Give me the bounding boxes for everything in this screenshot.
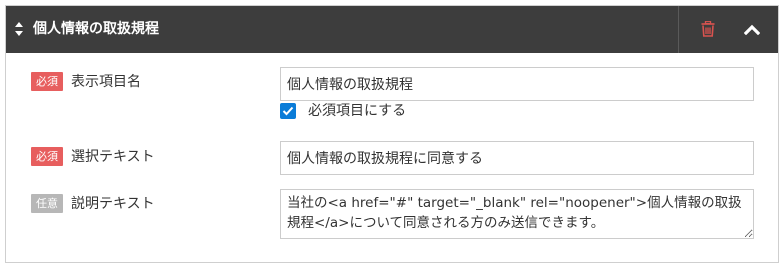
display-name-input[interactable] bbox=[280, 67, 754, 101]
panel-title: 個人情報の取扱規程 bbox=[33, 21, 159, 37]
required-checkbox[interactable] bbox=[280, 103, 296, 119]
select-text-label: 選択テキスト bbox=[71, 148, 155, 165]
description-textarea[interactable]: 当社の<a href="#" target="_blank" rel="noop… bbox=[280, 189, 754, 239]
collapse-button[interactable] bbox=[734, 14, 770, 44]
required-checkbox-label: 必須項目にする bbox=[308, 103, 407, 119]
delete-button[interactable] bbox=[690, 14, 726, 44]
optional-badge: 任意 bbox=[31, 194, 63, 213]
form-field-panel: 個人情報の取扱規程 必須 表示項目名 個人情報の取扱規程 必須項目にする 必須 … bbox=[5, 5, 779, 263]
required-badge: 必須 bbox=[31, 147, 63, 166]
chevron-up-icon bbox=[744, 24, 760, 35]
required-checkbox-row[interactable]: 必須項目にする bbox=[280, 102, 406, 120]
panel-header[interactable]: 個人情報の取扱規程 bbox=[6, 6, 778, 53]
select-text-label-row: 必須 選択テキスト bbox=[31, 147, 155, 166]
header-divider bbox=[678, 6, 679, 53]
display-name-label-row: 必須 表示項目名 bbox=[31, 72, 141, 91]
description-label: 説明テキスト bbox=[71, 195, 155, 212]
select-text-input[interactable] bbox=[280, 141, 754, 175]
required-badge: 必須 bbox=[31, 72, 63, 91]
description-label-row: 任意 説明テキスト bbox=[31, 194, 155, 213]
trash-icon bbox=[701, 21, 715, 37]
checkmark-icon bbox=[282, 106, 294, 116]
display-name-label: 表示項目名 bbox=[71, 73, 141, 90]
sort-arrows-icon[interactable] bbox=[14, 21, 24, 37]
